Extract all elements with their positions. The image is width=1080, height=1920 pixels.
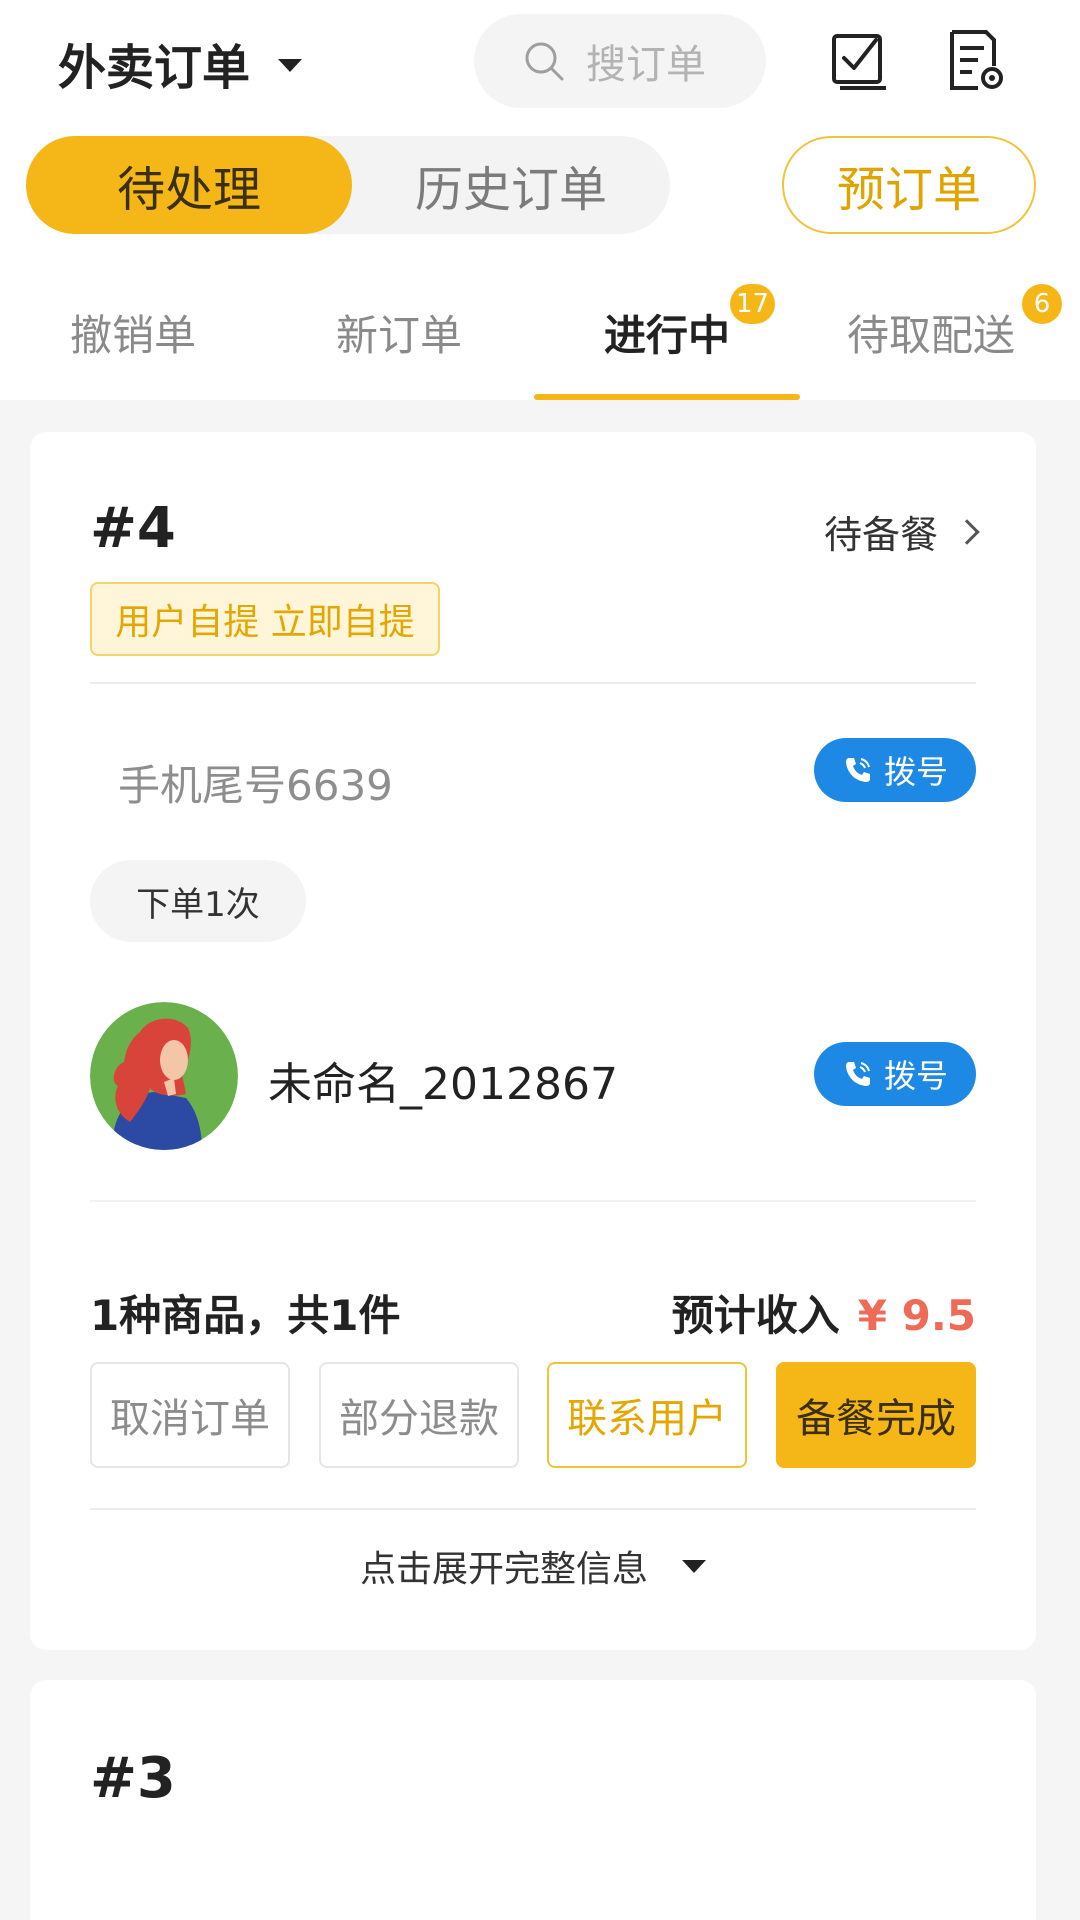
dial-label: 拨号 bbox=[883, 1057, 948, 1095]
tab-awaiting-delivery-badge: 6 bbox=[1022, 284, 1062, 324]
income-amount: ¥ 9.5 bbox=[857, 1291, 976, 1340]
divider bbox=[90, 1200, 976, 1202]
page-title: 外卖订单 bbox=[58, 40, 251, 96]
order-status: 待备餐 bbox=[823, 513, 938, 557]
order-status-link[interactable]: 待备餐 bbox=[823, 504, 980, 559]
chevron-right-icon bbox=[954, 518, 980, 545]
phone-icon bbox=[845, 758, 870, 782]
expand-details-button[interactable]: 点击展开完整信息 bbox=[30, 1540, 1036, 1592]
tab-new[interactable]: 新订单 bbox=[266, 302, 532, 363]
partial-refund-button[interactable]: 部分退款 bbox=[319, 1362, 519, 1468]
cancel-order-button[interactable]: 取消订单 bbox=[90, 1362, 290, 1468]
expand-label: 点击展开完整信息 bbox=[359, 1549, 648, 1590]
tab-in-progress-badge: 17 bbox=[730, 284, 776, 324]
avatar bbox=[90, 1002, 238, 1150]
username: 未命名_2012867 bbox=[268, 1059, 618, 1110]
contact-user-button[interactable]: 联系用户 bbox=[547, 1362, 747, 1468]
order-number: #3 bbox=[90, 1746, 176, 1811]
income-label: 预计收入 bbox=[671, 1291, 840, 1340]
tab-cancelled[interactable]: 撤销单 bbox=[0, 302, 266, 363]
dial-button[interactable]: 拨号 bbox=[814, 738, 976, 802]
checkbox-icon[interactable] bbox=[828, 28, 892, 92]
phone-icon bbox=[845, 1062, 870, 1086]
order-type-selector[interactable]: 外卖订单 bbox=[58, 28, 303, 98]
dial-button[interactable]: 拨号 bbox=[814, 1042, 976, 1106]
item-summary: 1种商品，共1件 bbox=[90, 1291, 401, 1340]
order-number: #4 bbox=[90, 496, 176, 561]
dial-label: 拨号 bbox=[883, 753, 948, 791]
segment-history[interactable]: 历史订单 bbox=[352, 136, 670, 234]
header: 外卖订单 搜订单 bbox=[0, 0, 1080, 120]
search-input[interactable]: 搜订单 bbox=[474, 14, 766, 108]
income-summary: 预计收入 ¥ 9.5 bbox=[672, 1282, 976, 1343]
order-card: #3 bbox=[30, 1680, 1036, 1920]
meal-ready-button[interactable]: 备餐完成 bbox=[776, 1362, 976, 1468]
caret-down-icon bbox=[278, 58, 303, 72]
segment-pending[interactable]: 待处理 bbox=[26, 136, 352, 234]
pickup-tag: 用户自提 立即自提 bbox=[90, 582, 440, 656]
divider bbox=[90, 1508, 976, 1510]
pre-order-button[interactable]: 预订单 bbox=[782, 136, 1036, 234]
order-tabs: 撤销单 新订单 进行中 17 待取配送 6 bbox=[0, 270, 1080, 400]
caret-down-icon bbox=[682, 1559, 706, 1573]
search-placeholder: 搜订单 bbox=[586, 42, 706, 88]
status-segment: 待处理 历史订单 bbox=[26, 136, 670, 234]
divider bbox=[90, 682, 976, 684]
search-icon bbox=[525, 42, 564, 81]
order-count-badge: 下单1次 bbox=[90, 860, 306, 942]
order-card: #4 待备餐 用户自提 立即自提 手机尾号6639 拨号 下单1次 未命名_20… bbox=[30, 432, 1036, 1650]
phone-tail: 手机尾号6639 bbox=[118, 761, 393, 810]
document-settings-icon[interactable] bbox=[944, 28, 1008, 92]
tab-active-indicator bbox=[534, 394, 800, 400]
